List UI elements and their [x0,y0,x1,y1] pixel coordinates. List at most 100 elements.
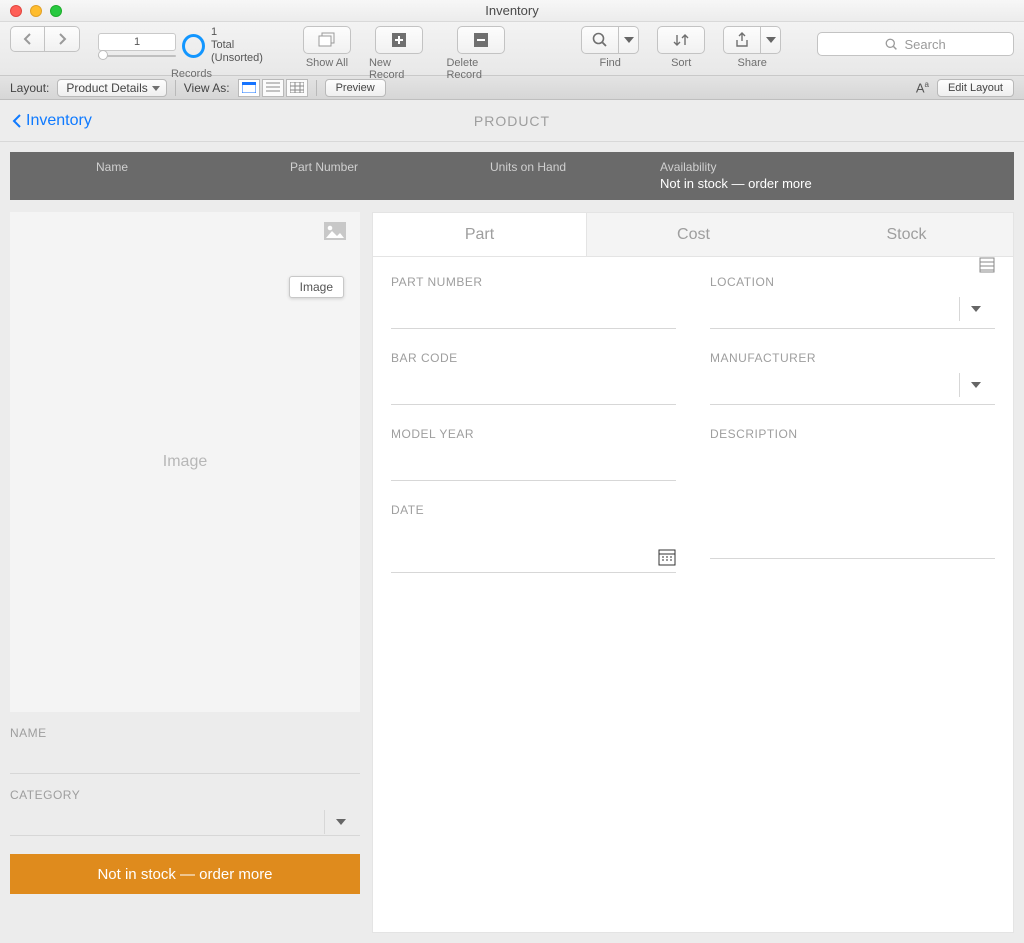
manufacturer-label: MANUFACTURER [710,351,995,365]
category-dropdown-button[interactable] [324,810,356,834]
banner-avail-value: Not in stock — order more [660,176,1014,191]
toolbar: 1 1 Total (Unsorted) Records Show All [0,22,1024,76]
chevron-left-icon [23,33,32,45]
tab-cost[interactable]: Cost [587,213,800,256]
record-slider[interactable] [98,53,176,59]
image-placeholder-text: Image [163,453,207,471]
divider [316,80,317,96]
tabs: Part Cost Stock [373,213,1013,257]
traffic-lights [10,5,62,17]
edit-layout-button[interactable]: Edit Layout [937,79,1014,97]
minimize-window-button[interactable] [30,5,42,17]
share-icon [735,32,749,48]
delete-record-button[interactable] [457,26,505,54]
chevron-down-icon [624,37,634,43]
current-record-display[interactable]: 1 [98,33,176,51]
minus-box-icon [473,32,489,48]
category-field-label: CATEGORY [10,788,360,802]
back-link[interactable]: Inventory [12,112,92,130]
records-label: Records [171,68,212,80]
share-label: Share [738,57,767,69]
breadcrumb: Inventory PRODUCT [0,100,1024,142]
model-year-field[interactable] [391,441,676,481]
location-dropdown-button[interactable] [959,297,991,321]
sort-icon [672,32,690,48]
preview-button[interactable]: Preview [325,79,386,97]
banner-avail-label: Availability [660,160,1014,174]
formatting-bar-toggle[interactable]: Aa [916,80,929,95]
form-view-icon [242,82,256,93]
image-tooltip: Image [289,276,344,298]
prev-record-button[interactable] [10,26,45,52]
category-field[interactable] [10,802,360,836]
banner-name-label: Name [96,160,270,174]
bar-code-field[interactable] [391,365,676,405]
location-label: LOCATION [710,275,995,289]
title-bar: Inventory [0,0,1024,22]
tab-part[interactable]: Part [373,213,587,256]
magnifier-icon [885,38,898,51]
share-button[interactable] [723,26,781,54]
date-label: DATE [391,503,676,517]
window-title: Inventory [0,3,1024,18]
name-field[interactable] [10,740,360,774]
divider [175,80,176,96]
left-pane: Image Image NAME CATEGORY Not in stock —… [10,212,360,933]
search-placeholder: Search [904,37,945,52]
name-field-label: NAME [10,726,360,740]
chevron-down-icon [971,306,981,312]
bar-code-label: BAR CODE [391,351,676,365]
chevron-down-icon [766,37,776,43]
location-field[interactable] [710,289,995,329]
list-view-icon [266,82,280,93]
content-area: Image Image NAME CATEGORY Not in stock —… [0,200,1024,943]
find-button[interactable] [581,26,639,54]
description-label: DESCRIPTION [710,427,995,441]
view-table-button[interactable] [286,79,308,97]
image-container[interactable]: Image Image [10,212,360,712]
calendar-icon[interactable] [658,548,676,566]
layout-select[interactable]: Product Details [57,79,166,97]
view-list-button[interactable] [262,79,284,97]
new-record-button[interactable] [375,26,423,54]
chevron-right-icon [58,33,67,45]
manufacturer-dropdown-button[interactable] [959,373,991,397]
records-group: 1 1 Total (Unsorted) Records [98,26,285,80]
banner-part-label: Part Number [290,160,470,174]
popover-icon[interactable] [979,257,995,273]
close-window-button[interactable] [10,5,22,17]
layout-select-value: Product Details [66,81,147,95]
form-grid: PART NUMBER BAR CODE MODEL YEAR DATE [373,257,1013,595]
magnifier-icon [592,32,608,48]
page-title: PRODUCT [0,113,1024,129]
records-count-text: 1 Total (Unsorted) [211,26,285,65]
summary-banner: Name Part Number Units on Hand Availabil… [10,152,1014,200]
stack-icon [317,32,337,48]
show-all-button[interactable] [303,26,351,54]
part-number-label: PART NUMBER [391,275,676,289]
find-label: Find [599,57,620,69]
table-view-icon [290,82,304,93]
manufacturer-field[interactable] [710,365,995,405]
next-record-button[interactable] [45,26,80,52]
sort-button[interactable] [657,26,705,54]
description-field[interactable] [710,441,995,559]
back-link-label: Inventory [26,112,92,130]
zoom-window-button[interactable] [50,5,62,17]
stock-status-button[interactable]: Not in stock — order more [10,854,360,894]
right-pane: Part Cost Stock PART NUMBER BAR CODE MOD… [372,212,1014,933]
model-year-label: MODEL YEAR [391,427,676,441]
chevron-left-icon [12,113,22,129]
image-icon [324,222,346,240]
new-record-label: New Record [369,57,429,81]
chevron-down-icon [971,382,981,388]
banner-units-label: Units on Hand [490,160,640,174]
date-field[interactable] [391,517,676,573]
chevron-down-icon [336,819,346,825]
view-form-button[interactable] [238,79,260,97]
pie-chart-icon[interactable] [182,34,205,58]
part-number-field[interactable] [391,289,676,329]
search-input[interactable]: Search [817,32,1014,56]
view-as-label: View As: [184,81,230,95]
tab-stock[interactable]: Stock [800,213,1013,256]
